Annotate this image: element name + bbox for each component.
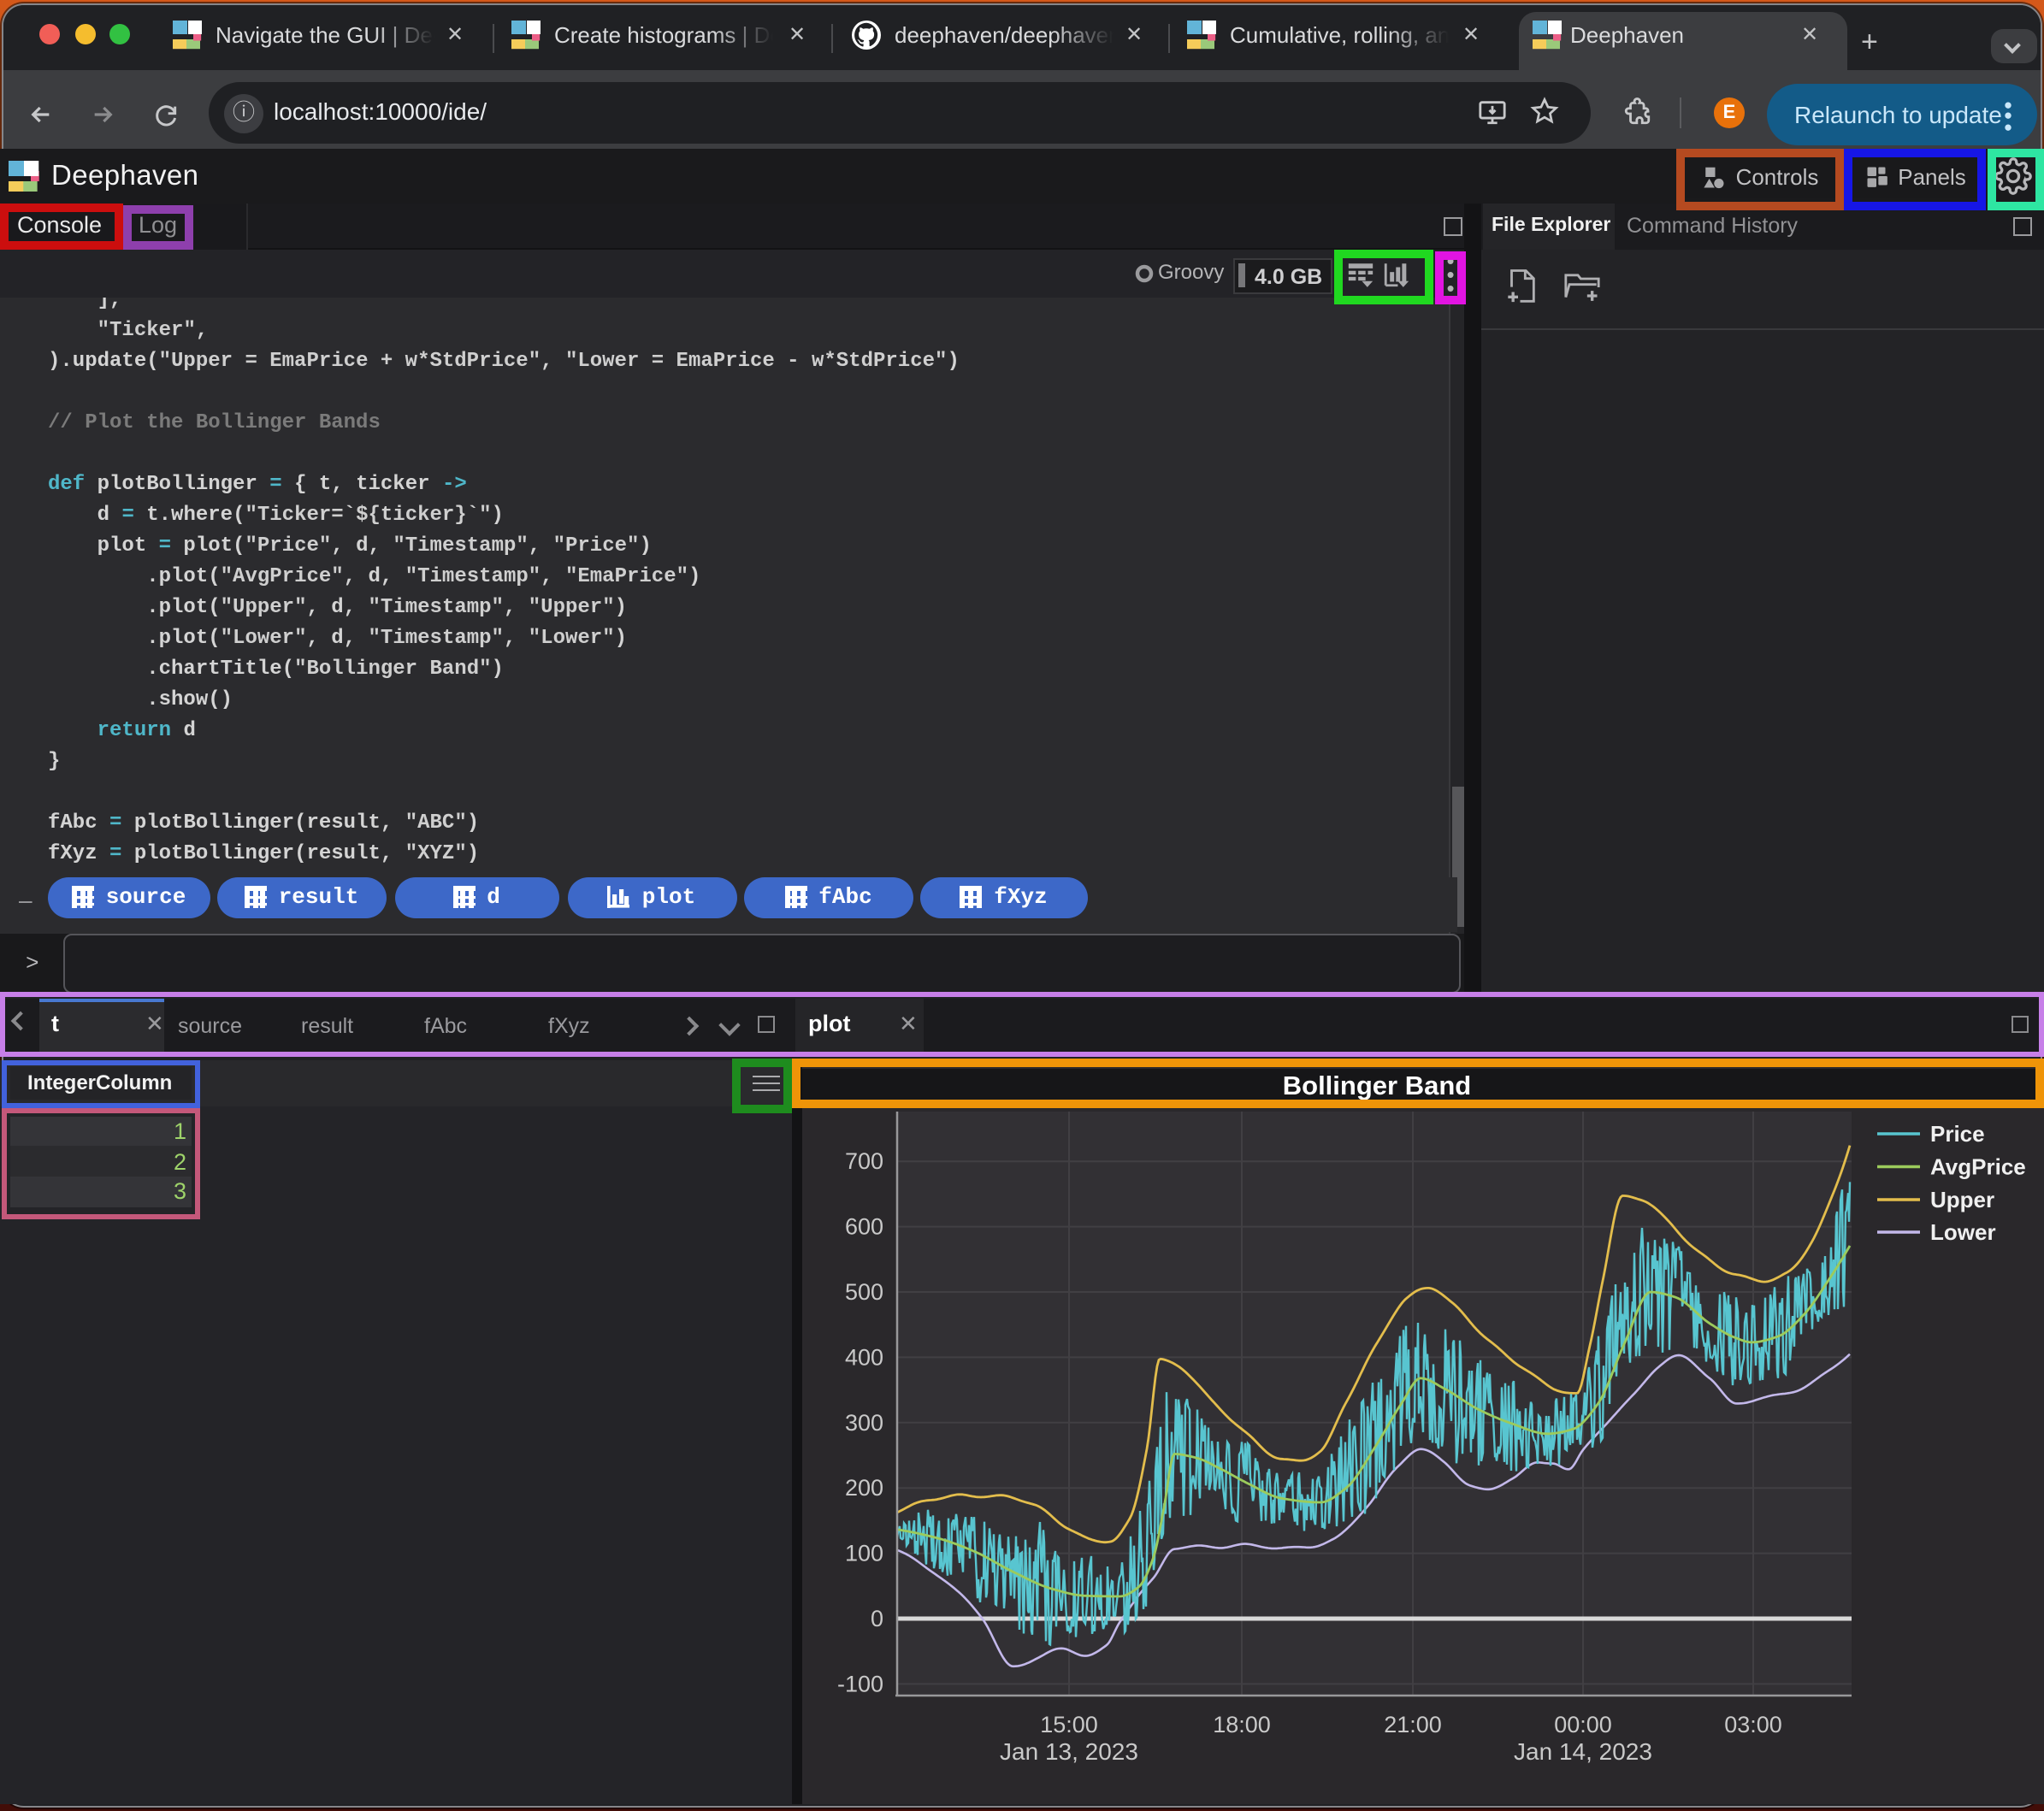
- svg-text:Jan 14, 2023: Jan 14, 2023: [1513, 1738, 1651, 1765]
- svg-text:Jan 13, 2023: Jan 13, 2023: [999, 1738, 1137, 1765]
- svg-text:03:00: 03:00: [1723, 1712, 1781, 1737]
- svg-text:00:00: 00:00: [1553, 1712, 1611, 1737]
- svg-text:0: 0: [870, 1606, 883, 1631]
- svg-text:700: 700: [844, 1148, 883, 1174]
- svg-text:400: 400: [844, 1344, 883, 1370]
- svg-text:21:00: 21:00: [1383, 1712, 1441, 1737]
- svg-text:200: 200: [844, 1475, 883, 1501]
- svg-text:Lower: Lower: [1929, 1219, 1995, 1245]
- svg-text:-100: -100: [836, 1671, 883, 1696]
- svg-text:500: 500: [844, 1279, 883, 1305]
- svg-text:AvgPrice: AvgPrice: [1929, 1154, 2025, 1180]
- svg-text:15:00: 15:00: [1039, 1712, 1097, 1737]
- svg-text:100: 100: [844, 1541, 883, 1566]
- svg-text:Price: Price: [1929, 1121, 1984, 1147]
- svg-text:300: 300: [844, 1410, 883, 1436]
- svg-text:600: 600: [844, 1214, 883, 1240]
- svg-text:Upper: Upper: [1929, 1187, 1994, 1212]
- svg-text:18:00: 18:00: [1212, 1712, 1270, 1737]
